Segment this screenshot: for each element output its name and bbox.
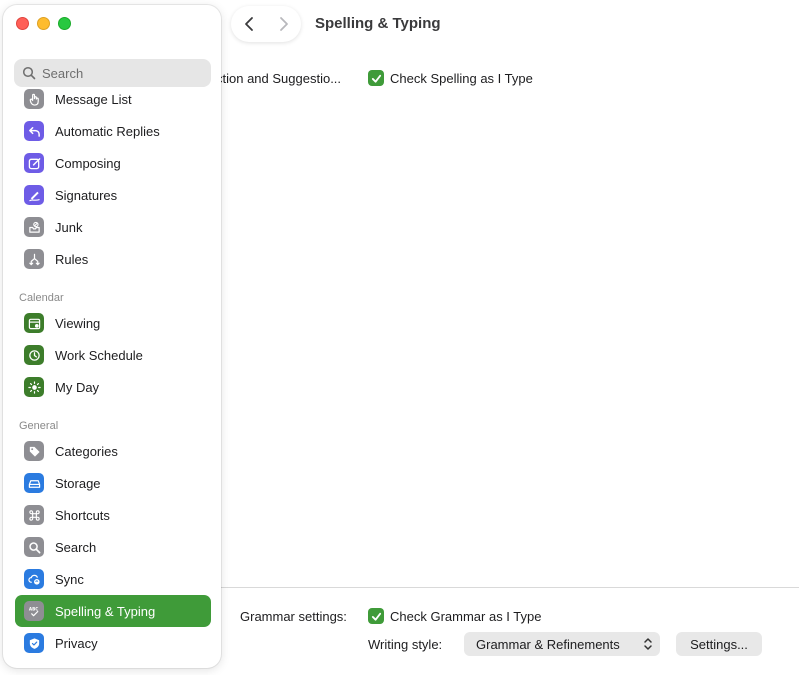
clock-icon (24, 345, 44, 365)
close-window-button[interactable] (16, 17, 29, 30)
sun-icon (24, 377, 44, 397)
sidebar-item-automatic-replies[interactable]: Automatic Replies (15, 115, 211, 147)
checkmark-icon (371, 612, 381, 621)
sidebar-item-label: My Day (55, 379, 100, 395)
compose-pencil-icon (24, 153, 44, 173)
chevron-left-icon (244, 17, 253, 31)
navigation-buttons (231, 6, 301, 42)
writing-style-label: Writing style: (368, 637, 443, 652)
sidebar-item-signatures[interactable]: Signatures (15, 179, 211, 211)
sidebar-item-privacy[interactable]: Privacy (15, 627, 211, 659)
up-down-chevron-icon (644, 638, 652, 650)
zoom-window-button[interactable] (58, 17, 71, 30)
sidebar-item-storage[interactable]: Storage (15, 467, 211, 499)
check-spelling-label: Check Spelling as I Type (390, 71, 533, 86)
rules-arrows-icon (24, 249, 44, 269)
sidebar-item-rules[interactable]: Rules (15, 243, 211, 275)
calendar-view-icon (24, 313, 44, 333)
sidebar-item-label: Automatic Replies (55, 123, 160, 139)
search-icon (22, 66, 36, 80)
sidebar-item-sync[interactable]: Sync (15, 563, 211, 595)
reply-arrow-icon (24, 121, 44, 141)
search-input[interactable] (42, 65, 202, 81)
section-header-general: General (19, 420, 59, 432)
chevron-right-icon (279, 17, 288, 31)
sidebar-item-junk[interactable]: Junk (15, 211, 211, 243)
sidebar-item-work-schedule[interactable]: Work Schedule (15, 339, 211, 371)
sidebar-item-search[interactable]: Search (15, 531, 211, 563)
hand-pointer-icon (24, 89, 44, 109)
sidebar-item-label: Sync (55, 571, 84, 587)
check-spelling-checkbox[interactable] (368, 70, 384, 86)
sidebar-item-label: Signatures (55, 187, 118, 203)
sidebar-item-label: Categories (55, 443, 118, 459)
sidebar-item-my-day[interactable]: My Day (15, 371, 211, 403)
sidebar-item-categories[interactable]: Categories (15, 435, 211, 467)
writing-style-select[interactable]: Grammar & Refinements (464, 632, 660, 656)
page-title: Spelling & Typing (315, 15, 441, 32)
grammar-settings-button[interactable]: Settings... (676, 632, 762, 656)
back-button[interactable] (235, 10, 263, 38)
sidebar-item-label: Composing (55, 155, 121, 171)
svg-text:ABC: ABC (28, 606, 37, 611)
sidebar: Message List Automatic Replies Composing… (3, 5, 221, 668)
sidebar-item-message-list[interactable]: Message List (15, 83, 211, 115)
sidebar-item-label: Viewing (55, 315, 101, 331)
signature-pen-icon (24, 185, 44, 205)
sidebar-item-composing[interactable]: Composing (15, 147, 211, 179)
sidebar-item-label: Rules (55, 251, 89, 267)
cloud-sync-icon (24, 569, 44, 589)
sidebar-item-label: Storage (55, 475, 101, 491)
sidebar-item-label: Shortcuts (55, 507, 110, 523)
sidebar-list: Message List Automatic Replies Composing… (15, 83, 211, 659)
magnifier-icon (24, 537, 44, 557)
spellcheck-icon: ABC (24, 601, 44, 621)
section-divider (221, 587, 799, 588)
check-grammar-label: Check Grammar as I Type (390, 609, 542, 624)
sidebar-item-spelling-typing[interactable]: ABC Spelling & Typing (15, 595, 211, 627)
command-key-icon (24, 505, 44, 525)
sidebar-item-label: Message List (55, 91, 132, 107)
junk-tray-icon (24, 217, 44, 237)
section-header-calendar: Calendar (19, 292, 64, 304)
drive-icon (24, 473, 44, 493)
sidebar-item-label: Search (55, 539, 97, 555)
writing-style-value: Grammar & Refinements (476, 636, 620, 652)
minimize-window-button[interactable] (37, 17, 50, 30)
forward-button[interactable] (270, 10, 298, 38)
sidebar-item-shortcuts[interactable]: Shortcuts (15, 499, 211, 531)
window-controls (16, 17, 71, 30)
sidebar-item-label: Junk (55, 219, 83, 235)
tag-icon (24, 441, 44, 461)
grammar-settings-label: Grammar settings: (240, 609, 347, 624)
sidebar-item-label: Work Schedule (55, 347, 143, 363)
checkmark-icon (371, 74, 381, 83)
settings-window: Spelling & Typing ction and Suggestio...… (0, 0, 799, 675)
check-grammar-checkbox[interactable] (368, 608, 384, 624)
autocorrect-label: ction and Suggestio... (216, 71, 342, 86)
shield-icon (24, 633, 44, 653)
sidebar-item-label: Spelling & Typing (55, 603, 156, 619)
sidebar-item-label: Privacy (55, 635, 98, 651)
sidebar-item-viewing[interactable]: Viewing (15, 307, 211, 339)
